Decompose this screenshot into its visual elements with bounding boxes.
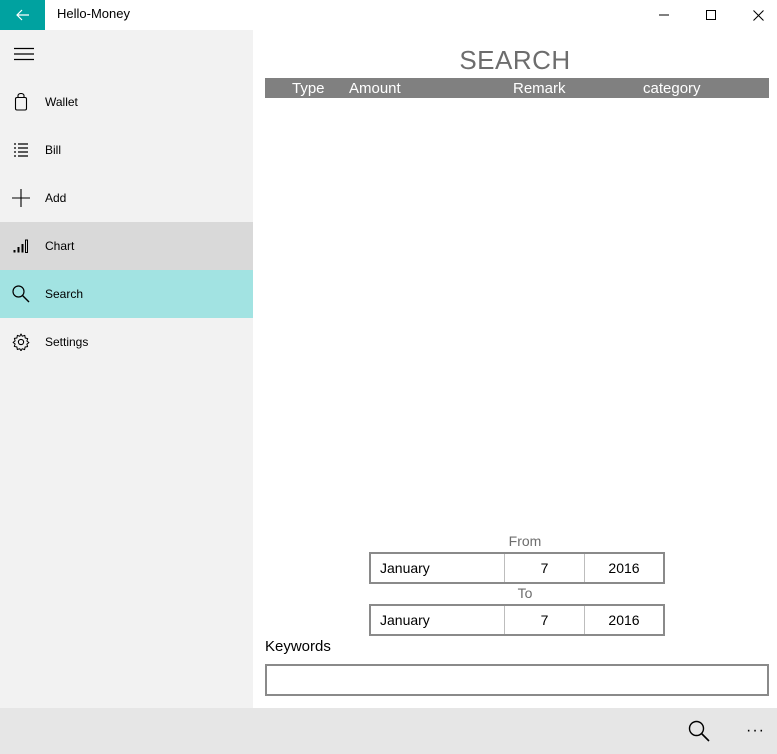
from-month[interactable]: January [371,554,505,582]
more-button[interactable]: ··· [734,708,777,754]
from-label: From [508,533,542,549]
nav-item-settings[interactable]: Settings [0,318,253,366]
hamburger-icon [14,47,34,61]
nav-item-wallet[interactable]: Wallet [0,78,253,126]
title-bar: Hello-Money [0,0,777,30]
to-date-picker[interactable]: January 7 2016 [369,604,665,636]
search-button[interactable] [676,708,722,754]
hamburger-menu-button[interactable] [0,30,48,78]
column-header-remark: Remark [513,80,566,97]
minimize-button[interactable] [641,0,687,30]
nav-label-bill: Bill [45,143,62,157]
bottom-app-bar: ··· [0,708,777,754]
nav-label-chart: Chart [45,239,75,253]
from-date-picker[interactable]: January 7 2016 [369,552,665,584]
gear-icon [0,318,42,366]
list-icon [0,126,42,174]
to-month[interactable]: January [371,606,505,634]
nav-label-settings: Settings [45,335,89,349]
nav-item-bill[interactable]: Bill [0,126,253,174]
to-day[interactable]: 7 [505,606,585,634]
search-icon [688,720,710,742]
maximize-button[interactable] [688,0,734,30]
wallet-icon [0,78,42,126]
column-header-type: Type [292,80,325,97]
arrow-left-icon [15,9,30,21]
keywords-label: Keywords [265,638,331,655]
nav-label-add: Add [45,191,67,205]
nav-label-wallet: Wallet [45,95,78,109]
navigation-pane: Wallet Bill Add Chart Search Settings [0,30,253,708]
column-header-category: category [643,80,701,97]
search-icon [0,270,42,318]
app-title: Hello-Money [57,6,130,21]
nav-item-chart[interactable]: Chart [0,222,253,270]
plus-icon [0,174,42,222]
column-header-amount: Amount [349,80,401,97]
page-title: SEARCH [459,45,571,75]
nav-item-search[interactable]: Search [0,270,253,318]
maximize-icon [706,10,716,20]
from-year[interactable]: 2016 [585,554,663,582]
minimize-icon [659,10,669,20]
keywords-input[interactable] [265,664,769,696]
to-label: To [517,585,533,601]
close-button[interactable] [735,0,777,30]
nav-item-add[interactable]: Add [0,174,253,222]
chart-icon [0,222,42,270]
nav-label-search: Search [45,287,84,301]
results-table-header: Type Amount Remark category [265,78,769,98]
to-year[interactable]: 2016 [585,606,663,634]
search-page: SEARCH Type Amount Remark category From … [253,30,777,708]
close-icon [752,9,764,21]
from-day[interactable]: 7 [505,554,585,582]
back-button[interactable] [0,0,45,30]
